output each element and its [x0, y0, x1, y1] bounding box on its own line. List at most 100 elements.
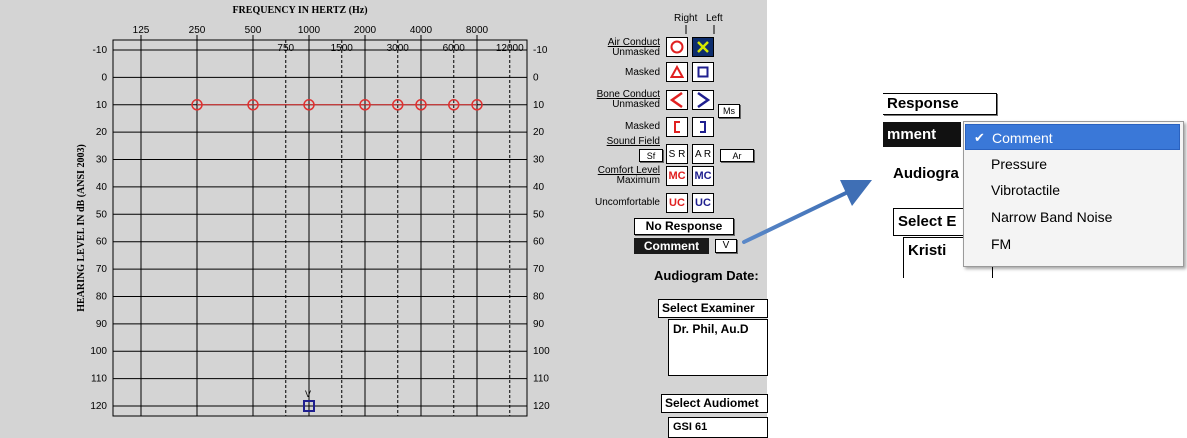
examiner-list[interactable]: Dr. Phil, Au.D	[668, 319, 768, 376]
circle-icon	[670, 40, 684, 54]
label-bone-unmasked: Unmasked	[612, 99, 660, 110]
y-tick-left: 60	[96, 237, 108, 248]
chart-title: FREQUENCY IN HERTZ (Hz)	[232, 5, 367, 16]
audiometer-value[interactable]: GSI 61	[673, 421, 707, 433]
y-tick-right: 0	[533, 72, 539, 83]
right-comfort-max-symbol[interactable]: MC	[666, 166, 688, 186]
x-tick-mid: 12000	[496, 43, 524, 54]
x-tick-top: 250	[189, 25, 206, 36]
y-tick-right: 50	[533, 209, 545, 220]
left-air-unmasked-symbol[interactable]	[692, 37, 714, 57]
x-tick-top: 2000	[354, 25, 377, 36]
vibrotactile-label: V	[305, 389, 311, 399]
legend-right-label: Right	[674, 13, 698, 24]
y-tick-left: 90	[96, 319, 108, 330]
y-tick-left: 70	[96, 264, 108, 275]
x-tick-top: 500	[245, 25, 262, 36]
label-air-unmasked: Unmasked	[612, 47, 660, 58]
y-tick-left: -10	[93, 45, 108, 56]
y-axis-title: HEARING LEVEL IN dB (ANSI 2003)	[76, 144, 87, 312]
ar-button[interactable]: Ar	[720, 149, 754, 162]
menu-item-pressure[interactable]: Pressure	[965, 151, 1180, 177]
legend-header-lines	[685, 25, 715, 34]
examiner-value[interactable]: Dr. Phil, Au.D	[673, 322, 749, 336]
x-tick-mid: 750	[277, 43, 294, 54]
audiogram-date-label: Audiogram Date:	[654, 268, 759, 283]
audiometer-field[interactable]: GSI 61	[668, 417, 768, 438]
y-tick-left: 120	[90, 401, 107, 412]
y-tick-right: 40	[533, 182, 545, 193]
y-tick-left: 30	[96, 155, 108, 166]
x-tick-top: 1000	[298, 25, 321, 36]
label-bone-masked: Masked	[624, 121, 660, 132]
x-tick-mid: 6000	[443, 43, 466, 54]
y-tick-left: 80	[96, 291, 108, 302]
left-bracket-icon	[674, 121, 680, 133]
menu-item-comment[interactable]: ✔ Comment	[965, 124, 1180, 150]
no-response-button[interactable]: No Response	[634, 218, 734, 235]
legend-left-label: Left	[706, 13, 723, 24]
right-bracket-icon	[700, 121, 706, 133]
menu-item-narrow-band-noise[interactable]: Narrow Band Noise	[965, 204, 1180, 230]
plot-frame	[112, 39, 528, 417]
zoom-comment-label: mment	[883, 122, 961, 147]
left-air-masked-symbol[interactable]	[692, 62, 714, 82]
label-uncomfortable: Uncomfortable	[594, 197, 660, 208]
x-tick-mid: 1500	[331, 43, 354, 54]
left-comfort-max-symbol[interactable]: MC	[692, 166, 714, 186]
y-tick-left: 10	[96, 100, 108, 111]
zoom-response-box: Response	[883, 93, 997, 115]
y-tick-left: 100	[90, 346, 107, 357]
zoom-response-label: Response	[887, 95, 959, 112]
y-tick-right: 70	[533, 264, 545, 275]
x-tick-top: 8000	[466, 25, 489, 36]
y-tick-right: -10	[533, 45, 548, 56]
callout-arrow	[742, 180, 872, 244]
right-bone-masked-symbol[interactable]	[666, 117, 688, 137]
right-bone-unmasked-symbol[interactable]	[666, 90, 688, 110]
greater-than-icon	[697, 92, 710, 108]
right-uncomfortable-symbol[interactable]: UC	[666, 193, 688, 213]
x-icon	[697, 41, 709, 53]
label-sound-field: Sound Field	[606, 136, 660, 147]
sf-button[interactable]: Sf	[639, 149, 663, 162]
audiogram-panel: -10 -10 0 0 10 10 20 20 30 30 40 40 50 50 60 60 70 70 80 80…	[0, 0, 768, 438]
comment-label: Comment	[634, 238, 709, 254]
left-sound-field-symbol[interactable]: A R	[692, 144, 714, 164]
select-audiometer-dropdown[interactable]: Select Audiomet	[661, 394, 768, 413]
y-tick-left: 40	[96, 182, 108, 193]
menu-item-vibrotactile[interactable]: Vibrotactile	[965, 177, 1180, 203]
label-air-masked: Masked	[624, 67, 660, 78]
x-tick-mid: 3000	[387, 43, 410, 54]
y-tick-left: 50	[96, 209, 108, 220]
y-tick-left: 20	[96, 127, 108, 138]
less-than-icon	[670, 92, 683, 108]
zoom-audiogram-label: Audiogra	[893, 165, 959, 182]
x-tick-top: 4000	[410, 25, 433, 36]
y-tick-left: 110	[91, 374, 107, 385]
square-icon	[697, 66, 709, 78]
y-tick-right: 90	[533, 319, 545, 330]
ms-button[interactable]: Ms	[718, 104, 740, 118]
y-tick-right: 20	[533, 127, 545, 138]
y-tick-right: 80	[533, 291, 545, 302]
right-air-masked-symbol[interactable]	[666, 62, 688, 82]
label-comfort-maximum: Maximum	[616, 175, 660, 186]
right-sound-field-symbol[interactable]: S R	[666, 144, 688, 164]
y-tick-right: 60	[533, 237, 545, 248]
x-tick-top: 125	[133, 25, 150, 36]
left-bone-unmasked-symbol[interactable]	[692, 90, 714, 110]
select-examiner-dropdown[interactable]: Select Examiner	[658, 299, 768, 318]
y-tick-right: 30	[533, 155, 545, 166]
comment-dropdown[interactable]: V	[715, 239, 737, 253]
y-tick-right: 120	[533, 401, 550, 412]
y-tick-right: 100	[533, 346, 550, 357]
checkmark-icon: ✔	[974, 130, 985, 145]
left-uncomfortable-symbol[interactable]: UC	[692, 193, 714, 213]
y-tick-right: 110	[533, 374, 549, 385]
left-bone-masked-symbol[interactable]	[692, 117, 714, 137]
y-tick-left: 0	[101, 72, 107, 83]
triangle-icon	[670, 65, 684, 78]
right-air-unmasked-symbol[interactable]	[666, 37, 688, 57]
menu-item-fm[interactable]: FM	[965, 231, 1180, 257]
